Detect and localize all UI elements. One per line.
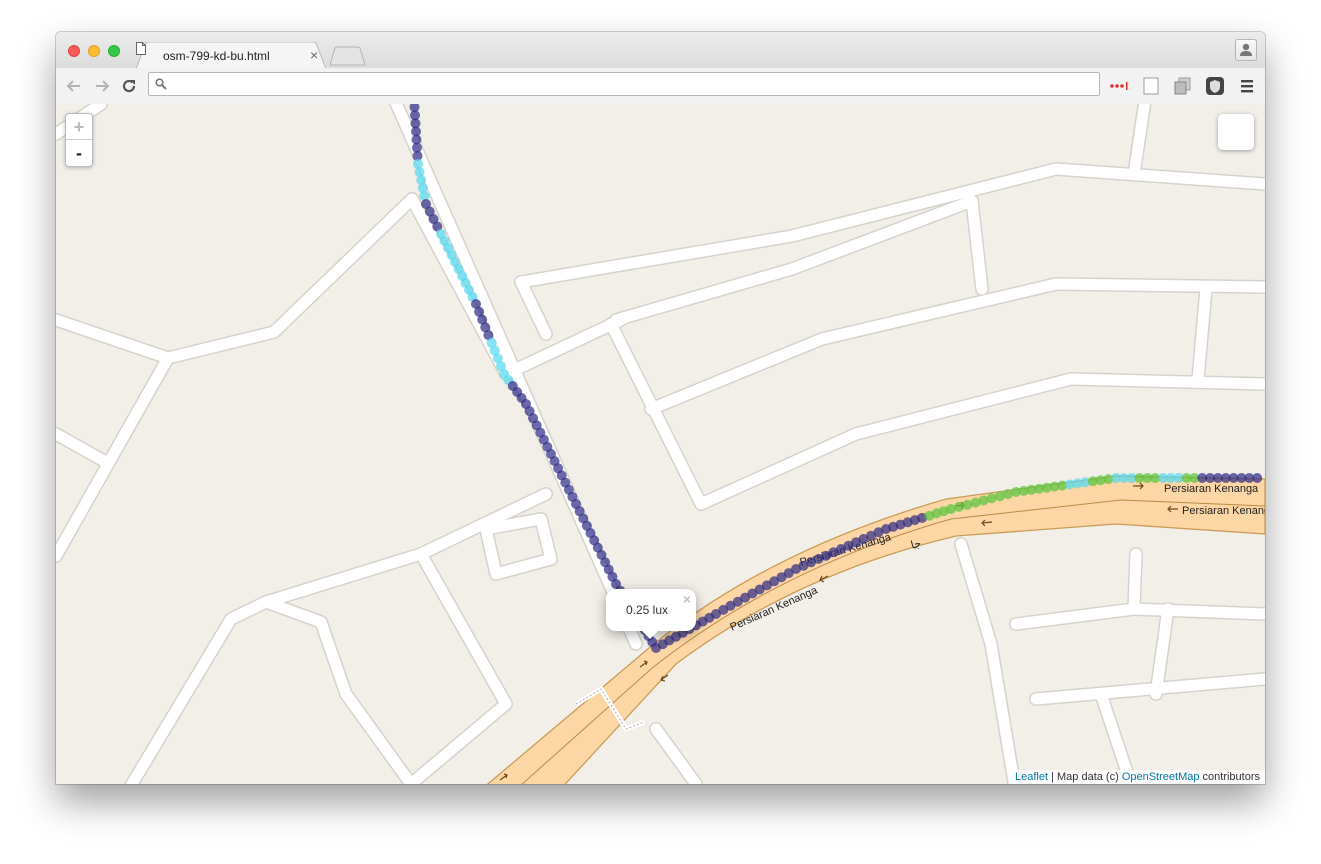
profile-button[interactable] (1235, 39, 1257, 61)
search-icon (155, 78, 167, 90)
attribution-suffix: contributors (1199, 771, 1260, 783)
maximize-window-button[interactable] (108, 45, 120, 57)
extension-dots-icon[interactable] (1109, 76, 1129, 96)
osm-link[interactable]: OpenStreetMap (1122, 771, 1200, 783)
title-bar: osm-799-kd-bu.html × (56, 32, 1265, 69)
forward-arrow-icon[interactable] (92, 76, 112, 96)
browser-window: osm-799-kd-bu.html × Persiaran Kenanga P… (56, 32, 1265, 784)
menu-icon[interactable] (1237, 76, 1257, 96)
street-label: Persiaran Kenanga (1164, 483, 1259, 495)
map-attribution: Leaflet | Map data (c) OpenStreetMap con… (1010, 770, 1265, 784)
tab-active[interactable]: osm-799-kd-bu.html × (136, 42, 326, 69)
street-label: Persiaran Kenanga (1182, 505, 1265, 517)
minimize-window-button[interactable] (88, 45, 100, 57)
attribution-text: | Map data (c) (1048, 771, 1122, 783)
major-road (486, 475, 1265, 784)
zoom-out-button[interactable]: - (66, 140, 92, 166)
trace-point[interactable] (1252, 473, 1263, 483)
popup-close-icon[interactable]: × (683, 591, 691, 607)
address-bar[interactable] (148, 72, 1100, 97)
person-icon (1240, 43, 1252, 56)
map-tiles[interactable]: Persiaran Kenanga Persiaran Kenanga Pers… (56, 104, 1265, 784)
layers-control[interactable] (1218, 114, 1254, 150)
popup-content: 0.25 lux (625, 603, 669, 617)
extension-shield-icon[interactable] (1205, 76, 1225, 96)
url-input[interactable] (173, 73, 1097, 97)
map-view[interactable]: Persiaran Kenanga Persiaran Kenanga Pers… (56, 104, 1265, 784)
back-arrow-icon[interactable] (64, 76, 84, 96)
browser-toolbar (56, 68, 1265, 105)
tab-close-icon[interactable]: × (310, 47, 318, 63)
document-icon (136, 42, 146, 55)
tab-title: osm-799-kd-bu.html (163, 49, 270, 63)
popup-tip (640, 629, 660, 639)
zoom-in-button[interactable]: + (66, 114, 92, 140)
new-tab-button[interactable] (330, 46, 366, 66)
map-popup: 0.25 lux × (606, 589, 696, 639)
leaflet-link[interactable]: Leaflet (1015, 771, 1048, 783)
extension-stack-icon[interactable] (1173, 76, 1193, 96)
reload-icon[interactable] (119, 76, 139, 96)
extension-page-icon[interactable] (1141, 76, 1161, 96)
zoom-control: + - (65, 113, 93, 167)
close-window-button[interactable] (68, 45, 80, 57)
